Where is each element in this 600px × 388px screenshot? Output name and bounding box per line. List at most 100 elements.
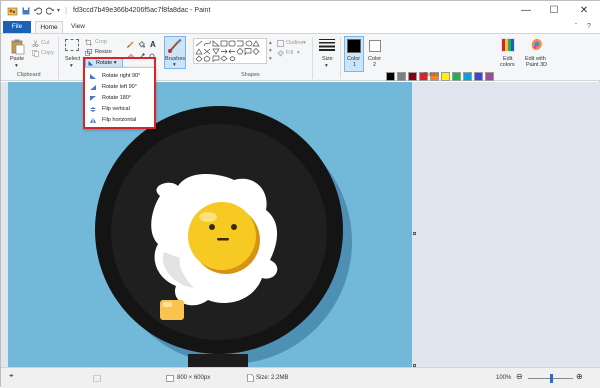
shapes-scroll-down-icon[interactable]: ▾ [269, 48, 272, 54]
tab-view[interactable]: View [65, 21, 91, 33]
pan-handle [188, 354, 248, 367]
palette-swatch[interactable] [408, 72, 417, 81]
menu-item-label: Rotate left 90° [102, 84, 137, 90]
color-picker-icon[interactable] [138, 53, 145, 60]
palette-swatch[interactable] [485, 72, 494, 81]
separator [312, 37, 313, 79]
fill-shape-icon[interactable] [277, 50, 284, 57]
menu-item-label: Rotate right 90° [102, 73, 141, 79]
canvas-resize-handle-right[interactable] [413, 232, 416, 235]
separator [58, 37, 59, 79]
size-dropdown-icon[interactable]: ▾ [325, 63, 328, 69]
magnifier-icon[interactable] [149, 53, 156, 60]
rotate-180-icon [90, 96, 96, 101]
maximize-button[interactable]: ☐ [545, 4, 563, 18]
pencil-icon[interactable] [127, 41, 134, 48]
palette-swatch[interactable] [463, 72, 472, 81]
color1-number: 1 [353, 62, 357, 68]
eraser-icon[interactable] [127, 53, 134, 59]
shapes-group-label: Shapes [241, 72, 260, 78]
shapes-scroll-icon[interactable]: ▴ [269, 40, 272, 46]
paste-icon[interactable] [11, 39, 25, 55]
paint3d-icon[interactable] [530, 38, 544, 52]
copy-label[interactable]: Copy [41, 50, 54, 56]
shapes-expand-icon[interactable]: ▾ [269, 56, 272, 62]
fill-icon[interactable] [138, 41, 145, 48]
color2-number[interactable]: 2 [373, 62, 376, 68]
paste-dropdown-icon[interactable]: ▾ [15, 63, 18, 69]
flip-horizontal-icon [90, 118, 96, 123]
redo-icon[interactable] [46, 7, 54, 15]
outline-label[interactable]: Outline [286, 40, 303, 46]
menu-item-rotate-left[interactable]: Rotate left 90° [84, 82, 154, 93]
select-dropdown-icon[interactable]: ▾ [70, 63, 73, 69]
menu-item-flip-vertical[interactable]: Flip vertical [84, 104, 154, 115]
yolk-mouth [217, 238, 229, 241]
ribbon-tabs: File Home View ? ˆ [1, 21, 600, 33]
palette-swatch[interactable] [474, 72, 483, 81]
brushes-dropdown-icon: ▾ [173, 62, 176, 68]
outline-icon[interactable] [277, 40, 284, 47]
cut-label[interactable]: Cut [41, 40, 50, 46]
shapes-gallery-icons [195, 40, 260, 62]
zoom-in-button[interactable]: ⊕ [576, 372, 583, 382]
close-button[interactable]: ✕ [575, 4, 593, 18]
menu-item-rotate-180[interactable]: Rotate 180° [84, 93, 154, 104]
help-icon[interactable]: ? [587, 22, 591, 32]
rotate-icon [88, 61, 93, 66]
menu-item-label: Flip horizontal [102, 117, 137, 123]
undo-icon[interactable] [34, 7, 42, 15]
zoom-level: 100% [496, 375, 512, 381]
yolk-right-eye [231, 224, 237, 230]
palette-swatch[interactable] [452, 72, 461, 81]
menu-item-rotate-right[interactable]: Rotate right 90° [84, 71, 154, 82]
save-icon[interactable] [22, 7, 30, 15]
fill-label[interactable]: Fill [286, 50, 293, 56]
copy-icon[interactable] [32, 50, 39, 57]
minimize-ribbon-icon[interactable]: ˆ [575, 22, 577, 32]
cut-icon[interactable] [32, 40, 39, 47]
clipboard-group-label: Clipboard [17, 72, 41, 78]
fill-dropdown-icon[interactable]: ▾ [297, 50, 300, 56]
menu-item-flip-horizontal[interactable]: Flip horizontal [84, 115, 154, 126]
palette-swatch[interactable] [397, 72, 406, 81]
paste-label[interactable]: Paste [10, 56, 24, 62]
crop-label[interactable]: Crop [95, 39, 107, 45]
canvas-image [95, 106, 352, 367]
rotate-dropdown-icon: ▾ [113, 60, 117, 66]
crop-icon[interactable] [85, 39, 92, 46]
minimize-button[interactable]: — [517, 4, 535, 18]
yolk-shine [199, 212, 217, 222]
image-size-icon [166, 375, 174, 382]
selection-size-icon [93, 375, 101, 382]
zoom-out-button[interactable]: ⊖ [516, 372, 523, 382]
zoom-slider-thumb[interactable] [549, 374, 553, 383]
colors-group-label: Colors [423, 72, 439, 78]
tab-file[interactable]: File [3, 21, 31, 33]
drawing-canvas[interactable] [8, 82, 412, 367]
edit-colors-label-2[interactable]: colors [500, 62, 515, 68]
select-label[interactable]: Select [65, 56, 80, 62]
tab-home[interactable]: Home [35, 21, 63, 33]
edit-paint3d-label-2[interactable]: Paint 3D [526, 62, 547, 68]
text-icon[interactable]: A [150, 40, 156, 49]
image-dimensions: 800 × 600px [177, 375, 211, 381]
status-bar: ⌖ 800 × 600px Size: 2.2MB 100% ⊖ ⊕ [1, 367, 600, 388]
butter-highlight [163, 302, 172, 307]
edit-colors-icon[interactable] [501, 38, 515, 52]
resize-label[interactable]: Resize [95, 49, 112, 55]
customize-quick-access-icon[interactable]: ▾ [57, 6, 60, 16]
paint-app-icon [7, 7, 18, 16]
color1-swatch [347, 39, 361, 53]
select-icon[interactable] [65, 39, 79, 51]
title-bar: ▾ | fd3ccd7b49e366b4206f5ac7f8fa8dac - P… [1, 1, 600, 21]
size-label[interactable]: Size [322, 56, 333, 62]
resize-icon[interactable] [85, 49, 92, 56]
palette-swatch[interactable] [386, 72, 395, 81]
file-size: Size: 2.2MB [256, 375, 289, 381]
color2-swatch[interactable] [369, 40, 381, 52]
outline-dropdown-icon[interactable]: ▾ [303, 40, 306, 46]
size-icon[interactable] [319, 39, 335, 51]
rotate-label: Rotate [96, 60, 113, 66]
palette-swatch[interactable] [441, 72, 450, 81]
